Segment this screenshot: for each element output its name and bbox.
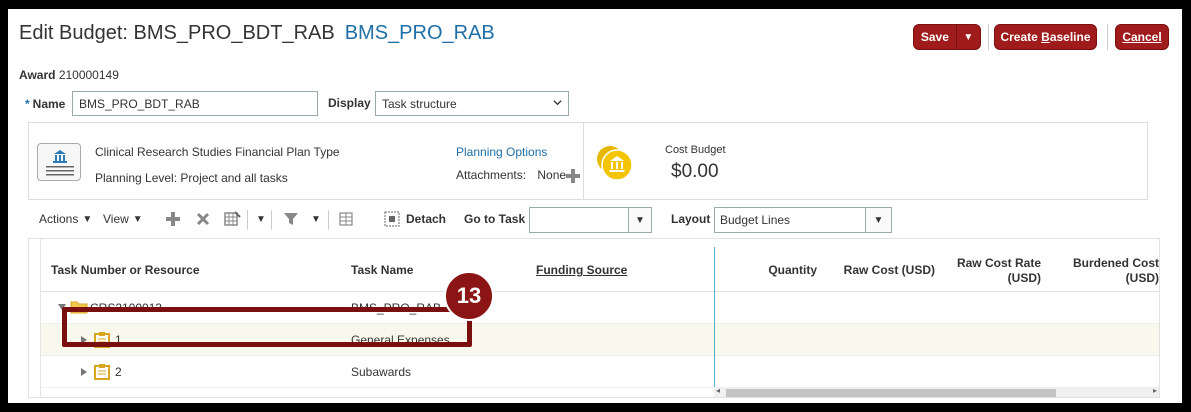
award-number: 210000149 <box>58 68 119 82</box>
go-to-task-input[interactable]: ▼ <box>529 207 652 233</box>
financial-plan-icon <box>37 143 81 181</box>
step-number-badge: 13 <box>444 271 494 321</box>
add-icon[interactable] <box>164 210 182 228</box>
table-toolbar: Actions ▼ View ▼ ▼ ▼ Detach Go to Task ▼… <box>28 206 1178 234</box>
display-label: Display <box>328 96 371 110</box>
toolbar-separator <box>271 210 272 230</box>
layout-dropdown[interactable]: ▼ <box>865 208 891 232</box>
column-header-task-number[interactable]: Task Number or Resource <box>51 263 200 277</box>
scroll-left-icon[interactable]: ◂ <box>716 386 720 395</box>
column-header-task-name[interactable]: Task Name <box>351 263 413 277</box>
display-select[interactable]: Task structure <box>375 91 569 116</box>
header-separator <box>988 24 989 50</box>
attachments-value: None <box>537 168 567 182</box>
go-to-task-label: Go to Task <box>464 212 526 226</box>
detach-button[interactable]: Detach <box>406 212 446 226</box>
delete-icon[interactable] <box>194 210 212 228</box>
add-attachment-icon[interactable] <box>566 169 580 183</box>
horizontal-scrollbar[interactable]: ◂ ▸ <box>714 386 1159 397</box>
view-menu[interactable]: View ▼ <box>103 212 143 226</box>
task-clipboard-icon <box>94 364 110 380</box>
header-separator <box>1107 24 1108 50</box>
task-number-link[interactable]: 2 <box>115 365 122 379</box>
scroll-right-icon[interactable]: ▸ <box>1153 386 1157 395</box>
award-info: Award 210000149 <box>19 68 119 82</box>
edit-grid-icon[interactable] <box>223 210 241 228</box>
chevron-down-icon <box>553 100 562 106</box>
page-title-main: Edit Budget: BMS_PRO_BDT_RAB <box>19 22 335 44</box>
actions-menu[interactable]: Actions ▼ <box>39 212 92 226</box>
column-header-quantity[interactable]: Quantity <box>757 263 817 277</box>
filter-icon[interactable] <box>282 210 300 228</box>
row-gutter <box>29 239 41 397</box>
create-baseline-label: Create Baseline <box>1000 30 1091 44</box>
required-marker: * <box>25 97 30 111</box>
create-baseline-button[interactable]: Create Baseline <box>994 24 1097 50</box>
layout-label: Layout <box>671 212 711 226</box>
save-menu-button[interactable]: ▼ <box>957 25 980 49</box>
page-title-project: BMS_PRO_RAB <box>344 22 495 44</box>
caret-down-icon: ▼ <box>873 214 884 226</box>
cost-budget-label: Cost Budget <box>665 144 726 156</box>
cost-budget-value: $0.00 <box>671 161 719 182</box>
caret-down-icon[interactable]: ▼ <box>256 214 266 225</box>
name-label: * Name <box>25 97 66 111</box>
column-header-raw-cost-rate[interactable]: Raw Cost Rate (USD) <box>941 256 1041 286</box>
plan-summary-panel: Clinical Research Studies Financial Plan… <box>28 122 1148 200</box>
page-title: Edit Budget: BMS_PRO_BDT_RAB BMS_PRO_RAB <box>19 22 495 45</box>
save-button[interactable]: Save <box>914 25 957 49</box>
planning-level: Planning Level: Project and all tasks <box>95 171 288 185</box>
layout-select-value: Budget Lines <box>720 213 791 227</box>
plan-type: Clinical Research Studies Financial Plan… <box>95 145 340 159</box>
task-name: Subawards <box>351 365 412 379</box>
toolbar-separator <box>328 210 329 230</box>
go-to-task-dropdown[interactable]: ▼ <box>628 208 651 232</box>
caret-down-icon: ▼ <box>963 31 974 43</box>
column-header-funding-source[interactable]: Funding Source <box>536 263 627 277</box>
planning-options-link[interactable]: Planning Options <box>456 145 547 159</box>
toolbar-separator <box>247 210 248 230</box>
frozen-column-divider <box>714 247 715 387</box>
freeze-columns-icon[interactable] <box>337 210 355 228</box>
table-row[interactable]: 2 Subawards <box>41 356 1159 388</box>
cancel-label: Cancel <box>1122 30 1162 44</box>
attachments: Attachments: None <box>456 168 566 182</box>
award-label: Award <box>19 68 56 82</box>
detach-icon[interactable] <box>383 210 401 228</box>
display-select-value: Task structure <box>382 96 457 111</box>
column-header-burdened-cost[interactable]: Burdened Cost (USD) <box>1059 256 1159 286</box>
column-header-raw-cost[interactable]: Raw Cost (USD) <box>835 263 935 277</box>
scrollbar-thumb[interactable] <box>726 389 1056 397</box>
expand-icon[interactable] <box>81 368 87 376</box>
name-input[interactable]: BMS_PRO_BDT_RAB <box>72 91 318 116</box>
cancel-button[interactable]: Cancel <box>1115 24 1169 50</box>
cost-budget-coin-icon <box>597 146 633 181</box>
layout-select[interactable]: Budget Lines ▼ <box>714 207 892 233</box>
attachments-label: Attachments: <box>456 168 527 182</box>
caret-down-icon: ▼ <box>82 213 93 225</box>
panel-divider <box>583 123 584 199</box>
caret-down-icon: ▼ <box>132 213 143 225</box>
step-highlight-box <box>62 307 472 347</box>
save-button-group: Save ▼ <box>913 24 981 50</box>
name-input-value: BMS_PRO_BDT_RAB <box>79 96 200 111</box>
caret-down-icon: ▼ <box>635 214 645 226</box>
caret-down-icon[interactable]: ▼ <box>311 214 321 225</box>
